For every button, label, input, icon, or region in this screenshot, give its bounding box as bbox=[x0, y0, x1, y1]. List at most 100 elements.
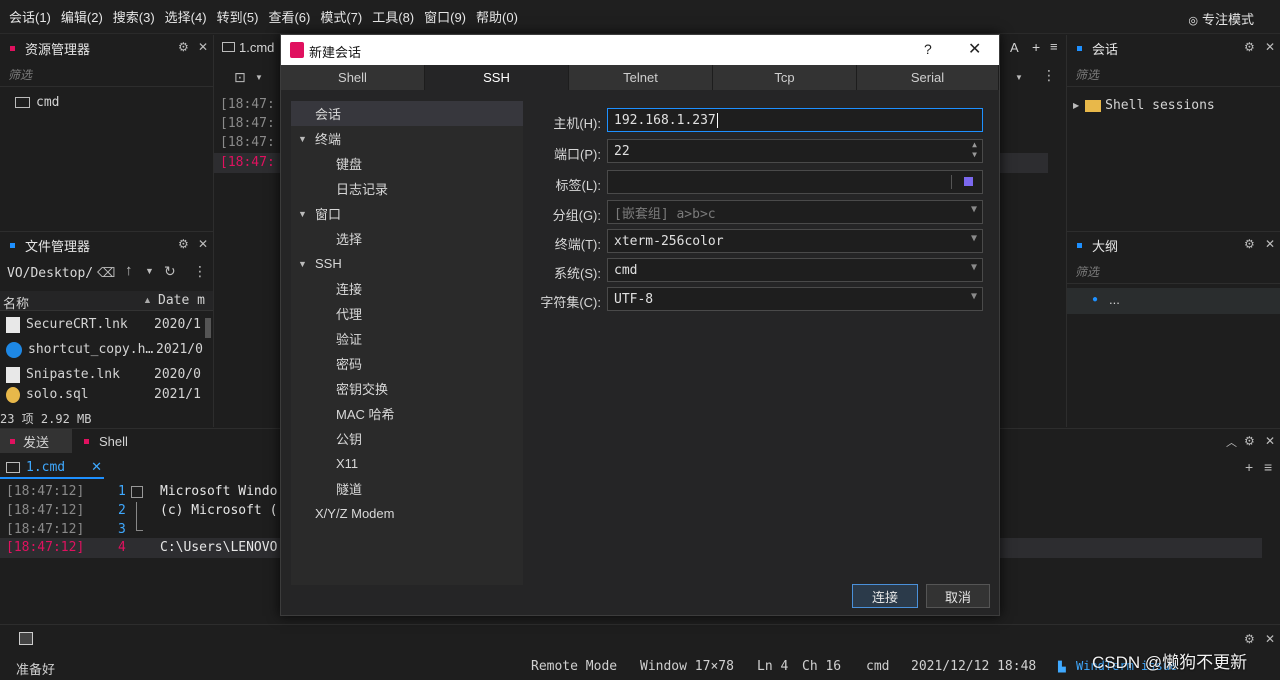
tree-item-mac[interactable]: MAC 哈希 bbox=[336, 401, 395, 426]
tag-input[interactable] bbox=[607, 170, 983, 194]
chevron-up-icon[interactable]: ︿ bbox=[1226, 434, 1237, 450]
sessions-filter-input[interactable]: 筛选 bbox=[1067, 63, 1280, 87]
tab-serial[interactable]: Serial bbox=[857, 65, 999, 90]
path-input[interactable]: VO/Desktop/ bbox=[7, 266, 93, 281]
tree-item-keyboard[interactable]: 键盘 bbox=[336, 151, 362, 176]
terminal-tab[interactable]: 1.cmd ✕ bbox=[0, 457, 104, 479]
menu-help[interactable]: 帮助(0) bbox=[476, 7, 518, 26]
tree-item-auth[interactable]: 验证 bbox=[336, 326, 362, 351]
explorer-filter-input[interactable]: 筛选 bbox=[0, 63, 214, 87]
tree-item-connection[interactable]: 连接 bbox=[336, 276, 362, 301]
refresh-icon[interactable]: ↻ bbox=[164, 263, 176, 280]
help-button[interactable]: ? bbox=[924, 41, 932, 57]
font-button[interactable]: A bbox=[1010, 40, 1019, 55]
chevron-down-icon[interactable]: ▼ bbox=[145, 266, 154, 276]
tab-tcp[interactable]: Tcp bbox=[713, 65, 857, 90]
column-date[interactable]: Date m bbox=[158, 293, 205, 308]
chevron-down-icon[interactable]: ▼ bbox=[255, 73, 263, 82]
color-picker-icon[interactable] bbox=[964, 177, 973, 186]
tab-ssh[interactable]: SSH bbox=[425, 65, 569, 90]
tree-item-window[interactable]: 窗口 bbox=[315, 201, 341, 226]
gear-icon[interactable]: ⚙ bbox=[178, 40, 189, 54]
add-tab-icon[interactable]: + bbox=[1245, 459, 1253, 475]
file-row[interactable]: solo.sql 2021/1 bbox=[0, 387, 214, 403]
menu-session[interactable]: 会话(1) bbox=[9, 7, 51, 26]
menu-edit[interactable]: 编辑(2) bbox=[61, 7, 103, 26]
gear-icon[interactable]: ⚙ bbox=[1244, 40, 1255, 54]
close-icon[interactable]: ✕ bbox=[198, 237, 208, 251]
port-spinbox[interactable]: 22 ▲ ▼ bbox=[607, 139, 983, 163]
tree-item-selection[interactable]: 选择 bbox=[336, 226, 362, 251]
tab-telnet[interactable]: Telnet bbox=[569, 65, 713, 90]
tree-item-proxy[interactable]: 代理 bbox=[336, 301, 362, 326]
charset-select[interactable]: UTF-8 ▼ bbox=[607, 287, 983, 311]
tree-item-cipher[interactable]: 密码 bbox=[336, 351, 362, 376]
file-row[interactable]: Snipaste.lnk 2020/0 bbox=[0, 362, 214, 387]
outline-item[interactable]: ●... bbox=[1067, 288, 1280, 314]
system-value: cmd bbox=[614, 262, 638, 278]
close-icon[interactable]: ✕ bbox=[1265, 434, 1275, 448]
menu-mode[interactable]: 模式(7) bbox=[320, 7, 362, 26]
tree-item-tunnel[interactable]: 隧道 bbox=[336, 476, 362, 501]
file-row[interactable]: shortcut_copy.h… 2021/0 bbox=[0, 337, 214, 362]
tab-menu-button[interactable]: ≡ bbox=[1050, 39, 1058, 54]
outline-filter-input[interactable]: 筛选 bbox=[1067, 260, 1280, 284]
more-icon[interactable]: ⋮ bbox=[1042, 67, 1056, 84]
gear-icon[interactable]: ⚙ bbox=[1244, 632, 1255, 646]
spin-arrows-icon[interactable]: ▲ ▼ bbox=[972, 140, 977, 160]
menu-select[interactable]: 选择(4) bbox=[165, 7, 207, 26]
expand-icon[interactable]: ▼ bbox=[298, 209, 307, 219]
tab-send[interactable]: 发送 bbox=[0, 429, 72, 453]
status-shell[interactable]: cmd bbox=[866, 659, 889, 674]
menu-tools[interactable]: 工具(8) bbox=[372, 7, 414, 26]
menu-goto[interactable]: 转到(5) bbox=[217, 7, 259, 26]
cancel-button[interactable]: 取消 bbox=[926, 584, 990, 608]
close-tab-icon[interactable]: ✕ bbox=[91, 459, 102, 475]
menu-window[interactable]: 窗口(9) bbox=[424, 7, 466, 26]
host-input[interactable]: 192.168.1.237 bbox=[607, 108, 983, 132]
menu-view[interactable]: 查看(6) bbox=[268, 7, 310, 26]
tree-item-xyz-modem[interactable]: X/Y/Z Modem bbox=[315, 501, 394, 526]
clear-path-icon[interactable]: ⌫ bbox=[97, 265, 115, 281]
close-icon[interactable]: ✕ bbox=[1265, 40, 1275, 54]
tree-item-kex[interactable]: 密钥交换 bbox=[336, 376, 388, 401]
group-combobox[interactable]: [嵌套组] a>b>c ▼ bbox=[607, 200, 983, 224]
explorer-item[interactable]: cmd bbox=[0, 90, 214, 115]
add-tab-button[interactable]: + bbox=[1032, 39, 1040, 55]
tree-item-terminal[interactable]: 终端 bbox=[315, 126, 341, 151]
column-name[interactable]: 名称 bbox=[3, 293, 29, 312]
status-mode[interactable]: Remote Mode bbox=[531, 659, 617, 674]
tab-shell[interactable]: Shell bbox=[281, 65, 425, 90]
tree-item-x11[interactable]: X11 bbox=[336, 451, 358, 476]
system-select[interactable]: cmd ▼ bbox=[607, 258, 983, 282]
menu-search[interactable]: 搜索(3) bbox=[113, 7, 155, 26]
send-icon[interactable] bbox=[19, 632, 33, 645]
up-arrow-icon[interactable]: ↑ bbox=[125, 262, 133, 279]
expand-icon[interactable]: ▼ bbox=[298, 259, 307, 269]
gear-icon[interactable]: ⚙ bbox=[1244, 237, 1255, 251]
tab-menu-icon[interactable]: ≡ bbox=[1264, 459, 1272, 475]
tree-item-ssh[interactable]: SSH bbox=[315, 251, 342, 276]
focus-mode-button[interactable]: ◎ 专注模式 bbox=[1188, 9, 1254, 28]
gear-icon[interactable]: ⚙ bbox=[178, 237, 189, 251]
scrollbar[interactable] bbox=[205, 318, 211, 338]
tree-item-pubkey[interactable]: 公钥 bbox=[336, 426, 362, 451]
shell-sessions-folder[interactable]: ▶ Shell sessions bbox=[1073, 98, 1215, 113]
file-row[interactable]: SecureCRT.lnk 2020/1 bbox=[0, 312, 214, 337]
close-icon[interactable]: ✕ bbox=[198, 40, 208, 54]
chevron-down-icon[interactable]: ▼ bbox=[1015, 73, 1023, 82]
gear-icon[interactable]: ⚙ bbox=[1244, 434, 1255, 448]
new-session-icon[interactable]: ⊡ bbox=[234, 69, 246, 86]
tree-item-session[interactable]: 会话 bbox=[291, 101, 523, 126]
editor-tab[interactable]: 1.cmd bbox=[222, 40, 274, 55]
tab-shell[interactable]: Shell bbox=[76, 429, 128, 453]
close-icon[interactable]: ✕ bbox=[1265, 237, 1275, 251]
more-icon[interactable]: ⋮ bbox=[193, 263, 207, 280]
tree-item-logging[interactable]: 日志记录 bbox=[336, 176, 388, 201]
close-icon[interactable]: ✕ bbox=[968, 39, 981, 59]
fold-icon[interactable] bbox=[131, 486, 143, 498]
expand-icon[interactable]: ▼ bbox=[298, 134, 307, 144]
terminal-type-select[interactable]: xterm-256color ▼ bbox=[607, 229, 983, 253]
close-icon[interactable]: ✕ bbox=[1265, 632, 1275, 646]
connect-button[interactable]: 连接 bbox=[852, 584, 918, 608]
